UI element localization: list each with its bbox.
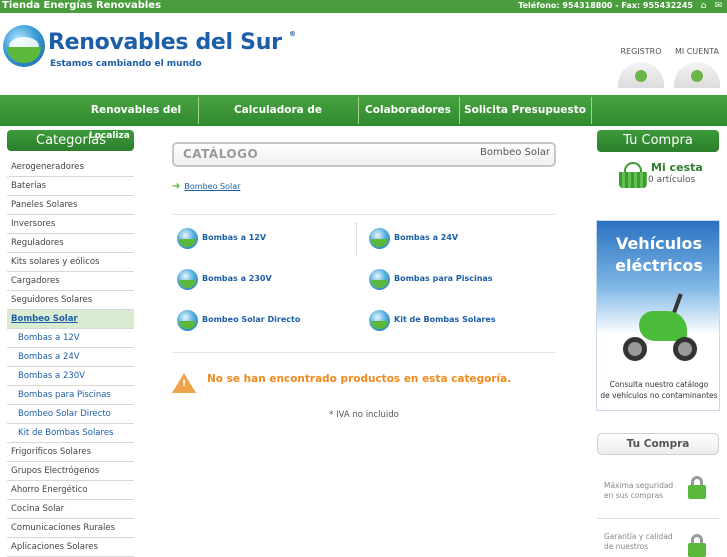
category-list: Aerogeneradores Baterías Paneles Solares In… (7, 158, 134, 557)
banner-text: Consulta nuestro catálogo de vehículos no… (600, 380, 718, 400)
subcategory-link[interactable]: Bombas a 24V (364, 227, 458, 249)
subcategory-link[interactable]: Bombas a 230V (172, 268, 272, 290)
arrow-right-icon: ➔ (172, 181, 181, 192)
globe-icon (369, 228, 390, 249)
electric-vehicles-banner[interactable]: Vehículos eléctricos Consulta nuestro cat… (596, 220, 720, 411)
register-icon (618, 62, 664, 88)
basket-count: 0 artículos (648, 175, 696, 185)
main-content: CATÁLOGO Bombeo Solar ➔ Bombeo Solar Bomb… (172, 142, 556, 420)
register-button[interactable]: REGISTRO (613, 47, 669, 88)
current-category: Bombeo Solar (480, 147, 550, 158)
subcategory-item[interactable]: Bombas a 12V (7, 329, 134, 348)
site-header: Renovables del Sur ® Estamos cambiando e… (0, 13, 727, 95)
basket-icon[interactable] (619, 162, 647, 190)
breadcrumb-link[interactable]: Bombeo Solar (184, 182, 240, 191)
category-item[interactable]: Bombeo Solar (7, 310, 134, 329)
logo-globe-icon[interactable] (3, 25, 45, 67)
subcategory-item[interactable]: Kit de Bombas Solares (7, 424, 134, 443)
catalog-header: CATÁLOGO Bombeo Solar (172, 142, 556, 167)
scooter-image (621, 287, 699, 367)
breadcrumb[interactable]: ➔ Bombeo Solar (172, 181, 240, 192)
account-button[interactable]: MI CUENTA (669, 47, 725, 88)
security-feature: Máxima seguridad en sus compras (604, 481, 674, 500)
subcategory-item[interactable]: Bombeo Solar Directo (7, 405, 134, 424)
category-item[interactable]: Cargadores (7, 272, 134, 291)
logo-name[interactable]: Renovables del Sur ® (48, 30, 296, 55)
purchase-info-header: Tu Compra (597, 433, 719, 455)
quality-icon (686, 534, 708, 557)
category-item[interactable]: Baterías (7, 177, 134, 196)
top-bar: Tienda Energías Renovables Teléfono: 954… (0, 0, 727, 13)
lock-icon (686, 476, 708, 499)
logo-tagline: Estamos cambiando el mundo (50, 59, 202, 69)
subcategory-link[interactable]: Bombas para Piscinas (364, 268, 493, 290)
locate-label[interactable]: Localiza (89, 130, 130, 142)
category-item[interactable]: Paneles Solares (7, 196, 134, 215)
subcategory-link[interactable]: Bombeo Solar Directo (172, 309, 300, 331)
banner-title: Vehículos eléctricos (615, 234, 703, 275)
category-item[interactable]: Aplicaciones Solares (7, 538, 134, 557)
category-item[interactable]: Grupos Electrógenos (7, 462, 134, 481)
subcategory-link[interactable]: Bombas a 12V (172, 227, 266, 249)
subcategory-item[interactable]: Bombas para Piscinas (7, 386, 134, 405)
category-sidebar: Categorias Localiza Aerogeneradores Bater… (7, 130, 134, 557)
quality-feature: Garantía y calidad de nuestros (604, 532, 673, 551)
contact-info: Teléfono: 954318800 - Fax: 955432245 (518, 1, 693, 10)
subcategory-link[interactable]: Kit de Bombas Solares (364, 309, 496, 331)
category-item[interactable]: Aerogeneradores (7, 158, 134, 177)
account-icon (674, 62, 720, 88)
main-nav: Renovables del Sur Calculadora de consum… (0, 95, 727, 147)
globe-icon (177, 310, 198, 331)
nav-item-renovables[interactable]: Renovables del Sur (80, 95, 192, 147)
nav-item-colaboradores[interactable]: Colaboradores (362, 95, 454, 126)
globe-icon (369, 269, 390, 290)
globe-icon (177, 269, 198, 290)
globe-icon (369, 310, 390, 331)
mail-icon[interactable]: ✉ (713, 1, 724, 11)
category-item[interactable]: Ahorro Energético (7, 481, 134, 500)
home-icon[interactable]: ⌂ (698, 1, 709, 11)
nav-item-presupuesto[interactable]: Solicita Presupuesto (463, 95, 587, 126)
category-item[interactable]: Reguladores (7, 234, 134, 253)
iva-note: * IVA no incluido (329, 410, 399, 420)
no-products-message: No se han encontrado productos en esta c… (207, 373, 512, 385)
category-item[interactable]: Frigoríficos Solares (7, 443, 134, 462)
nav-item-calculadora[interactable]: Calculadora de consumos (203, 95, 353, 147)
categories-header: Categorias Localiza (7, 130, 134, 151)
warning-icon: ! (172, 373, 196, 393)
cart-header: Tu Compra (597, 130, 719, 152)
subcategory-item[interactable]: Bombas a 24V (7, 348, 134, 367)
category-item[interactable]: Kits solares y eólicos (7, 253, 134, 272)
category-item[interactable]: Seguidores Solares (7, 291, 134, 310)
category-item[interactable]: Cocina Solar (7, 500, 134, 519)
shop-name: Tienda Energías Renovables (2, 0, 162, 11)
category-item[interactable]: Inversores (7, 215, 134, 234)
right-column: Tu Compra Mi cesta 0 artículos Vehículos… (596, 130, 720, 557)
subcategory-grid: Bombas a 12V Bombas a 24V Bombas a 230V … (172, 214, 556, 353)
category-item[interactable]: Comunicaciones Rurales (7, 519, 134, 538)
subcategory-item[interactable]: Bombas a 230V (7, 367, 134, 386)
catalog-title: CATÁLOGO (183, 147, 259, 161)
basket-title[interactable]: Mi cesta (651, 161, 703, 174)
globe-icon (177, 228, 198, 249)
